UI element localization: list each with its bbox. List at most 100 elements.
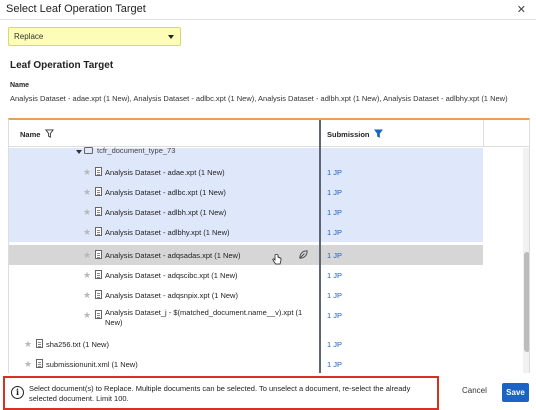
submission-link[interactable]: 1 JP xyxy=(327,311,342,320)
save-button[interactable]: Save xyxy=(502,383,529,402)
column-divider xyxy=(483,120,484,147)
grid-rows: tcfr_document_type_73 ★ Analysis Dataset… xyxy=(9,146,521,373)
star-icon[interactable]: ★ xyxy=(83,310,91,321)
submission-link[interactable]: 1 JP xyxy=(327,168,342,177)
table-row-name-cell: ★ Analysis Dataset - adlbhy.xpt (1 New) xyxy=(9,222,319,242)
select-leaf-operation-dialog: Select Leaf Operation Target ✕ Replace L… xyxy=(0,0,536,410)
document-icon xyxy=(95,227,102,236)
section-title: Leaf Operation Target xyxy=(10,60,114,71)
table-row[interactable]: ★ Analysis Dataset - adqsadas.xpt (1 New… xyxy=(9,245,521,265)
dialog-title: Select Leaf Operation Target xyxy=(6,3,146,15)
row-label: submissionunit.xml (1 New) xyxy=(46,360,138,369)
dialog-titlebar: Select Leaf Operation Target ✕ xyxy=(0,0,536,20)
folder-icon xyxy=(84,147,93,154)
name-value: Analysis Dataset - adae.xpt (1 New), Ana… xyxy=(10,94,508,103)
submission-link[interactable]: 1 JP xyxy=(327,360,342,369)
submission-link[interactable]: 1 JP xyxy=(327,340,342,349)
submission-link[interactable]: 1 JP xyxy=(327,251,342,260)
row-label: Analysis Dataset - adlbhy.xpt (1 New) xyxy=(105,228,230,237)
submission-link[interactable]: 1 JP xyxy=(327,188,342,197)
column-header-name-label: Name xyxy=(20,130,41,139)
column-header-name[interactable]: Name xyxy=(20,129,54,139)
table-row-name-cell: ★ Analysis Dataset - adqsnpix.xpt (1 New… xyxy=(9,285,319,305)
star-icon[interactable]: ★ xyxy=(24,339,32,350)
row-label: sha256.txt (1 New) xyxy=(46,340,109,349)
document-grid: Name Submission tcfr_document_type_73 ★ … xyxy=(8,118,530,373)
star-icon[interactable]: ★ xyxy=(83,227,91,238)
info-message: i Select document(s) to Replace. Multipl… xyxy=(3,376,439,410)
star-icon[interactable]: ★ xyxy=(83,250,91,261)
column-header-submission-label: Submission xyxy=(327,130,370,139)
grid-scrollbar[interactable] xyxy=(523,148,529,373)
table-row-submission-cell: 1 JP xyxy=(321,305,483,331)
star-icon[interactable]: ★ xyxy=(24,359,32,370)
document-icon xyxy=(95,207,102,216)
table-row-submission-cell: 1 JP xyxy=(321,222,483,242)
table-row-name-cell: ★ Analysis Dataset - adlbh.xpt (1 New) xyxy=(9,202,319,222)
document-icon xyxy=(95,250,102,259)
table-row[interactable]: ★ submissionunit.xml (1 New) 1 JP xyxy=(9,354,521,373)
folder-label: tcfr_document_type_73 xyxy=(97,146,176,155)
table-row-name-cell: ★ Analysis Dataset - adlbc.xpt (1 New) xyxy=(9,182,319,202)
row-label: Analysis Dataset - adqsadas.xpt (1 New) xyxy=(105,251,241,260)
star-icon[interactable]: ★ xyxy=(83,207,91,218)
document-icon xyxy=(95,167,102,176)
row-label: Analysis Dataset - adqscibc.xpt (1 New) xyxy=(105,271,238,280)
table-row[interactable]: ★ Analysis Dataset_j - $(matched_documen… xyxy=(9,305,521,331)
table-row-name-cell: ★ sha256.txt (1 New) xyxy=(9,334,319,354)
operation-select-value: Replace xyxy=(14,32,44,41)
table-row-submission-cell: 1 JP xyxy=(321,265,483,285)
document-icon xyxy=(95,187,102,196)
row-label: Analysis Dataset - adlbc.xpt (1 New) xyxy=(105,188,226,197)
submission-link[interactable]: 1 JP xyxy=(327,291,342,300)
cancel-button[interactable]: Cancel xyxy=(462,386,487,395)
operation-select[interactable]: Replace xyxy=(8,27,181,46)
name-label: Name xyxy=(10,82,30,89)
scrollbar-thumb[interactable] xyxy=(524,252,529,352)
table-row-name-cell: ★ Analysis Dataset - adqscibc.xpt (1 New… xyxy=(9,265,319,285)
table-row-submission-cell: 1 JP xyxy=(321,182,483,202)
info-icon: i xyxy=(11,386,24,399)
table-row[interactable]: ★ Analysis Dataset - adqscibc.xpt (1 New… xyxy=(9,265,521,285)
close-icon[interactable]: ✕ xyxy=(517,3,526,16)
document-icon xyxy=(95,270,102,279)
info-text: Select document(s) to Replace. Multiple … xyxy=(29,384,411,403)
document-icon xyxy=(95,310,102,319)
submission-link[interactable]: 1 JP xyxy=(327,228,342,237)
table-row[interactable]: ★ Analysis Dataset - adlbc.xpt (1 New) 1… xyxy=(9,182,521,202)
column-header-submission[interactable]: Submission xyxy=(327,129,383,139)
document-icon xyxy=(36,359,43,368)
submission-link[interactable]: 1 JP xyxy=(327,271,342,280)
table-row[interactable]: ★ Analysis Dataset - adlbh.xpt (1 New) 1… xyxy=(9,202,521,222)
filter-active-icon[interactable] xyxy=(374,129,383,138)
table-row[interactable]: ★ Analysis Dataset - adae.xpt (1 New) 1 … xyxy=(9,162,521,182)
row-label: Analysis Dataset - adae.xpt (1 New) xyxy=(105,168,225,177)
star-icon[interactable]: ★ xyxy=(83,290,91,301)
star-icon[interactable]: ★ xyxy=(83,270,91,281)
row-label: Analysis Dataset - adqsnpix.xpt (1 New) xyxy=(105,291,238,300)
document-icon xyxy=(95,290,102,299)
dialog-footer: i Select document(s) to Replace. Multipl… xyxy=(0,376,536,410)
table-row-submission-cell: 1 JP xyxy=(321,245,483,265)
document-icon xyxy=(36,339,43,348)
table-row[interactable]: ★ Analysis Dataset - adqsnpix.xpt (1 New… xyxy=(9,285,521,305)
submission-link[interactable]: 1 JP xyxy=(327,208,342,217)
table-row[interactable]: ★ Analysis Dataset - adlbhy.xpt (1 New) … xyxy=(9,222,521,242)
table-row-name-cell: ★ Analysis Dataset_j - $(matched_documen… xyxy=(9,305,319,331)
leaf-icon[interactable] xyxy=(298,249,309,260)
table-row-submission-cell: 1 JP xyxy=(321,285,483,305)
table-row-name-cell: ★ Analysis Dataset - adqsadas.xpt (1 New… xyxy=(9,245,319,265)
filter-icon[interactable] xyxy=(45,129,54,138)
grid-header: Name Submission xyxy=(9,120,529,147)
table-row-submission-cell: 1 JP xyxy=(321,354,483,373)
expand-arrow-icon[interactable] xyxy=(76,150,82,154)
table-row[interactable]: ★ sha256.txt (1 New) 1 JP xyxy=(9,334,521,354)
star-icon[interactable]: ★ xyxy=(83,187,91,198)
table-row-submission-cell: 1 JP xyxy=(321,162,483,182)
star-icon[interactable]: ★ xyxy=(83,167,91,178)
caret-down-icon xyxy=(168,35,174,39)
row-label: Analysis Dataset - adlbh.xpt (1 New) xyxy=(105,208,227,217)
table-row-submission-cell: 1 JP xyxy=(321,334,483,354)
table-row-name-cell: ★ submissionunit.xml (1 New) xyxy=(9,354,319,373)
table-row-name-cell: ★ Analysis Dataset - adae.xpt (1 New) xyxy=(9,162,319,182)
